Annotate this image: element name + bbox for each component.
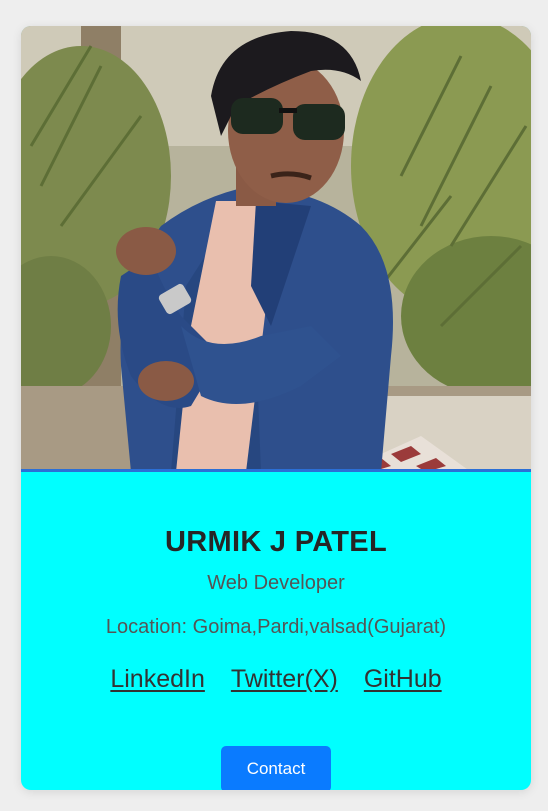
profile-photo <box>21 26 531 472</box>
linkedin-link[interactable]: LinkedIn <box>110 665 205 694</box>
profile-info: URMIK J PATEL Web Developer Location: Go… <box>21 472 531 790</box>
profile-role: Web Developer <box>207 572 345 594</box>
profile-name: URMIK J PATEL <box>165 526 387 558</box>
social-links: LinkedIn Twitter(X) GitHub <box>21 665 531 694</box>
github-link[interactable]: GitHub <box>364 665 442 694</box>
twitter-link[interactable]: Twitter(X) <box>231 665 338 694</box>
profile-location: Location: Goima,Pardi,valsad(Gujarat) <box>105 616 447 638</box>
profile-card: URMIK J PATEL Web Developer Location: Go… <box>21 26 531 790</box>
contact-button[interactable]: Contact <box>221 746 331 790</box>
